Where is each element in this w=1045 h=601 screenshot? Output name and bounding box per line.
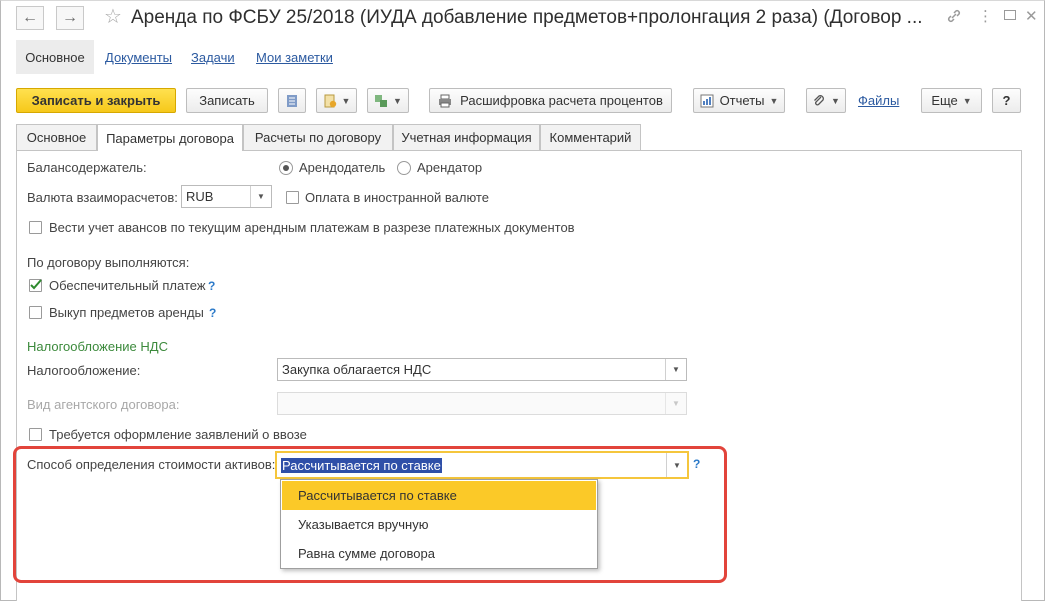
dropdown-option-manual[interactable]: Указывается вручную xyxy=(282,510,596,539)
advances-label[interactable]: Вести учет авансов по текущим арендным п… xyxy=(49,220,575,235)
holder-radio-lessor[interactable] xyxy=(279,161,293,175)
chevron-down-icon: ▼ xyxy=(962,95,972,106)
holder-label: Балансодержатель: xyxy=(27,160,147,175)
tab-contract-settlements[interactable]: Расчеты по договору xyxy=(243,124,393,150)
section-documents[interactable]: Документы xyxy=(105,50,172,65)
save-button[interactable]: Записать xyxy=(186,88,268,113)
forward-button[interactable]: → xyxy=(56,6,84,30)
asset-cost-label: Способ определения стоимости активов: xyxy=(27,457,276,472)
tab-accounting-info[interactable]: Учетная информация xyxy=(393,124,540,150)
foreign-currency-checkbox[interactable] xyxy=(286,191,299,204)
window-title: Аренда по ФСБУ 25/2018 (ИУДА добавление … xyxy=(131,7,923,28)
favorite-star-icon[interactable]: ☆ xyxy=(104,6,122,28)
chevron-down-icon[interactable]: ▼ xyxy=(250,186,271,207)
chevron-down-icon[interactable]: ▼ xyxy=(665,359,686,380)
buyout-label[interactable]: Выкуп предметов аренды xyxy=(49,305,204,320)
interest-calc-decode-button[interactable]: Расшифровка расчета процентов xyxy=(429,88,672,113)
holder-option-lessor[interactable]: Арендодатель xyxy=(299,160,385,175)
close-icon[interactable]: ✕ xyxy=(1025,8,1038,26)
interest-calc-decode-label: Расшифровка расчета процентов xyxy=(460,93,663,108)
foreign-currency-label[interactable]: Оплата в иностранной валюте xyxy=(305,190,489,205)
chevron-down-icon[interactable]: ▼ xyxy=(666,453,687,477)
dropdown-option-by-rate[interactable]: Рассчитывается по ставке xyxy=(282,481,596,510)
asset-cost-help[interactable]: ? xyxy=(693,457,700,471)
tab-main[interactable]: Основное xyxy=(16,124,97,150)
contract-performs-label: По договору выполняются: xyxy=(27,255,190,270)
asset-cost-select[interactable]: Рассчитывается по ставке ▼ xyxy=(275,451,689,479)
buyout-help[interactable]: ? xyxy=(209,306,216,320)
create-based-on-button[interactable]: ▼ xyxy=(316,88,357,113)
currency-select[interactable]: RUB ▼ xyxy=(181,185,272,208)
buyout-checkbox[interactable] xyxy=(29,306,42,319)
holder-option-lessee[interactable]: Арендатор xyxy=(417,160,482,175)
import-statements-label[interactable]: Требуется оформление заявлений о ввозе xyxy=(49,427,307,442)
section-notes[interactable]: Мои заметки xyxy=(256,50,333,65)
related-documents-button[interactable]: ▼ xyxy=(367,88,409,113)
section-tasks[interactable]: Задачи xyxy=(191,50,235,65)
reports-button[interactable]: Отчеты ▼ xyxy=(693,88,785,113)
more-button[interactable]: Еще ▼ xyxy=(921,88,982,113)
files-link[interactable]: Файлы xyxy=(858,93,899,108)
document-add-icon xyxy=(324,94,336,107)
printer-icon xyxy=(439,94,452,107)
restore-window-icon[interactable] xyxy=(1003,8,1017,27)
asset-cost-dropdown: Рассчитывается по ставке Указывается вру… xyxy=(280,479,598,569)
dropdown-option-contract-sum[interactable]: Равна сумме договора xyxy=(282,539,596,568)
chevron-down-icon: ▼ xyxy=(393,95,402,106)
more-label: Еще xyxy=(931,93,958,108)
paperclip-icon xyxy=(814,94,824,105)
currency-label: Валюта взаиморасчетов: xyxy=(27,190,178,205)
vat-section-title: Налогообложение НДС xyxy=(27,339,168,354)
chevron-down-icon: ▼ xyxy=(665,393,686,414)
holder-radio-lessee[interactable] xyxy=(397,161,411,175)
security-payment-checkbox[interactable] xyxy=(29,279,42,292)
tab-comment[interactable]: Комментарий xyxy=(540,124,641,150)
link-icon[interactable] xyxy=(946,8,962,29)
section-main[interactable]: Основное xyxy=(16,40,94,74)
attachments-button[interactable]: ▼ xyxy=(806,88,846,113)
tab-contract-params[interactable]: Параметры договора xyxy=(97,124,243,151)
document-list-button[interactable] xyxy=(278,88,306,113)
advances-checkbox[interactable] xyxy=(29,221,42,234)
import-statements-checkbox[interactable] xyxy=(29,428,42,441)
help-button[interactable]: ? xyxy=(992,88,1021,113)
agent-contract-label: Вид агентского договора: xyxy=(27,397,180,412)
currency-value: RUB xyxy=(186,189,214,204)
report-icon xyxy=(700,94,714,107)
list-icon xyxy=(287,94,297,107)
chevron-down-icon: ▼ xyxy=(769,95,779,106)
taxation-label: Налогообложение: xyxy=(27,363,141,378)
arrow-left-icon: ← xyxy=(22,9,38,26)
security-payment-label[interactable]: Обеспечительный платеж xyxy=(49,278,206,293)
security-payment-help[interactable]: ? xyxy=(208,279,215,293)
more-vertical-icon[interactable]: ⋮ xyxy=(978,8,993,26)
chevron-down-icon: ▼ xyxy=(341,95,351,106)
chevron-down-icon: ▼ xyxy=(831,95,840,106)
save-and-close-button[interactable]: Записать и закрыть xyxy=(16,88,176,113)
reports-label: Отчеты xyxy=(719,93,765,108)
checkmark-icon xyxy=(30,279,42,290)
agent-contract-select: ▼ xyxy=(277,392,687,415)
back-button[interactable]: ← xyxy=(16,6,44,30)
taxation-select[interactable]: Закупка облагается НДС ▼ xyxy=(277,358,687,381)
structure-icon xyxy=(375,94,388,107)
taxation-value: Закупка облагается НДС xyxy=(282,362,432,377)
asset-cost-value: Рассчитывается по ставке xyxy=(281,457,442,473)
arrow-right-icon: → xyxy=(62,9,78,26)
